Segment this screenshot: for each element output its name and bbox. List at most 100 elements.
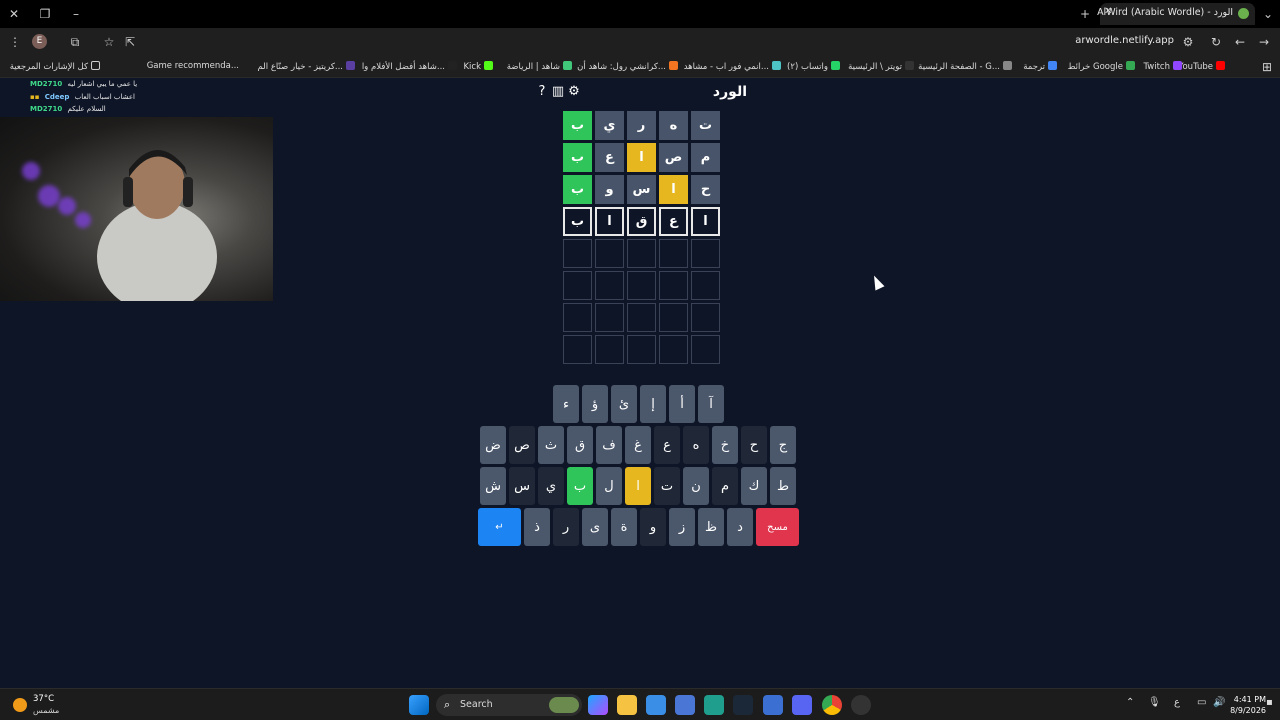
microphone-icon[interactable]: 🎙 xyxy=(1148,697,1161,708)
weather-description[interactable]: مشمس xyxy=(33,706,59,715)
bookmark-twitter[interactable]: تويتر \ الرئيسية xyxy=(848,61,917,72)
bookmark-maps[interactable]: خرائط Google xyxy=(1068,61,1138,72)
address-bar[interactable]: arwordle.netlify.app xyxy=(1075,35,1174,46)
back-icon[interactable]: → xyxy=(1255,33,1273,51)
key[interactable]: ب xyxy=(567,467,593,505)
key[interactable]: ئ xyxy=(611,385,637,423)
chrome-icon[interactable] xyxy=(822,695,842,715)
app-icon[interactable] xyxy=(704,695,724,715)
stats-icon[interactable]: ▥ xyxy=(550,84,566,100)
bookmark-anime[interactable]: انمي فور اب - مشاهد... xyxy=(684,61,784,72)
store-icon[interactable] xyxy=(675,695,695,715)
new-tab-icon[interactable]: + xyxy=(1075,4,1095,24)
tab-search-chevron-icon[interactable]: ⌄ xyxy=(1258,4,1278,24)
weather-sun-icon[interactable] xyxy=(13,698,27,712)
key[interactable]: ل xyxy=(596,467,622,505)
key[interactable]: ظ xyxy=(698,508,724,546)
taskbar-search[interactable]: ⌕ Search xyxy=(436,694,582,716)
bookmark-whatsapp[interactable]: (٢) واتساب xyxy=(787,61,843,72)
active-tab[interactable]: ✕ AlWird (Arabic Wordle) - الورد xyxy=(1097,3,1255,25)
menu-dots-icon[interactable]: ⋮ xyxy=(6,33,24,51)
apps-grid-icon[interactable]: ⊞ xyxy=(1258,58,1276,76)
minimize-window-icon[interactable]: – xyxy=(66,4,86,24)
key[interactable]: ح xyxy=(741,426,767,464)
reload-icon[interactable]: ↻ xyxy=(1207,33,1225,51)
key[interactable]: ي xyxy=(538,467,564,505)
key[interactable]: ف xyxy=(596,426,622,464)
key[interactable]: غ xyxy=(625,426,651,464)
notifications-icon[interactable]: ▪ xyxy=(1266,697,1273,708)
bookmark-shahid-movies[interactable]: شاهد أفضل الأفلام وا... xyxy=(362,61,460,72)
key[interactable]: ن xyxy=(683,467,709,505)
key[interactable]: ص xyxy=(509,426,535,464)
key[interactable]: ت xyxy=(654,467,680,505)
key[interactable]: ك xyxy=(741,467,767,505)
key[interactable]: د xyxy=(727,508,753,546)
key[interactable]: ء xyxy=(553,385,579,423)
bookmark-game-recommendations[interactable]: Game recommenda... xyxy=(147,61,239,71)
network-icon[interactable]: ▭ xyxy=(1197,697,1206,708)
tray-overflow-icon[interactable]: ⌃ xyxy=(1126,697,1134,708)
key[interactable]: ى xyxy=(582,508,608,546)
key[interactable]: ر xyxy=(553,508,579,546)
key[interactable]: خ xyxy=(712,426,738,464)
restore-window-icon[interactable]: ❐ xyxy=(35,4,55,24)
bookmark-translate[interactable]: ترجمة xyxy=(1023,61,1060,72)
settings-gear-icon[interactable]: ⚙ xyxy=(566,84,582,100)
key[interactable]: م xyxy=(712,467,738,505)
key[interactable]: آ xyxy=(698,385,724,423)
bookmark-shahid-sports[interactable]: شاهد | الرياضة xyxy=(507,61,575,72)
share-icon[interactable]: ⇱ xyxy=(121,33,139,51)
bookmark-youtube[interactable]: YouTube xyxy=(1178,61,1228,72)
key[interactable]: ض xyxy=(480,426,506,464)
site-settings-icon[interactable]: ⚙ xyxy=(1179,33,1197,51)
extensions-icon[interactable]: ⧉ xyxy=(66,33,84,51)
key[interactable]: س xyxy=(509,467,535,505)
file-explorer-icon[interactable] xyxy=(617,695,637,715)
input-language[interactable]: ع xyxy=(1174,697,1180,708)
bookmark-kick[interactable]: Kick xyxy=(463,61,496,72)
mail-icon[interactable] xyxy=(763,695,783,715)
steam-icon[interactable] xyxy=(733,695,753,715)
forward-icon[interactable]: ← xyxy=(1231,33,1249,51)
key[interactable]: ث xyxy=(538,426,564,464)
key[interactable]: أ xyxy=(669,385,695,423)
help-icon[interactable]: ? xyxy=(534,84,550,100)
bookmark-crunchyroll[interactable]: كرانشي رول: شاهد أن... xyxy=(577,61,681,72)
bookmark-twitch[interactable]: Twitch xyxy=(1144,61,1186,72)
bookmark-star-icon[interactable]: ☆ xyxy=(100,33,118,51)
key[interactable]: ذ xyxy=(524,508,550,546)
board-row: اعقاب xyxy=(560,207,720,236)
key[interactable]: ه xyxy=(683,426,709,464)
key[interactable]: ش xyxy=(480,467,506,505)
key[interactable]: ؤ xyxy=(582,385,608,423)
key[interactable]: ق xyxy=(567,426,593,464)
key[interactable]: ط xyxy=(770,467,796,505)
key[interactable]: إ xyxy=(640,385,666,423)
delete-key[interactable]: مسح xyxy=(756,508,799,546)
key[interactable]: ة xyxy=(611,508,637,546)
obs-icon[interactable] xyxy=(851,695,871,715)
key[interactable]: ج xyxy=(770,426,796,464)
key[interactable]: و xyxy=(640,508,666,546)
key[interactable]: ا xyxy=(625,467,651,505)
photos-icon[interactable] xyxy=(646,695,666,715)
key[interactable]: ع xyxy=(654,426,680,464)
bookmark-all[interactable]: كل الإشارات المرجعية xyxy=(10,61,103,72)
bookmark-home[interactable]: الصفحة الرئيسية - G... xyxy=(918,61,1015,72)
volume-icon[interactable]: 🔊 xyxy=(1213,697,1225,708)
board-tile xyxy=(627,335,656,364)
weather-temperature[interactable]: 37°C xyxy=(33,694,54,704)
profile-avatar[interactable]: E xyxy=(32,34,47,49)
kick-icon xyxy=(484,61,493,70)
discord-icon[interactable] xyxy=(792,695,812,715)
enter-key[interactable]: ↵ xyxy=(478,508,521,546)
board-tile xyxy=(691,271,720,300)
copilot-icon[interactable] xyxy=(588,695,608,715)
board-tile xyxy=(691,239,720,268)
close-window-icon[interactable]: ✕ xyxy=(4,4,24,24)
key[interactable]: ز xyxy=(669,508,695,546)
windows-start-icon[interactable] xyxy=(409,695,429,715)
system-clock[interactable]: 4:41 PM 8/9/2026 xyxy=(1230,694,1266,716)
bookmark-creators[interactable]: كريتيز - خيار صنّاع الم... xyxy=(258,61,358,72)
